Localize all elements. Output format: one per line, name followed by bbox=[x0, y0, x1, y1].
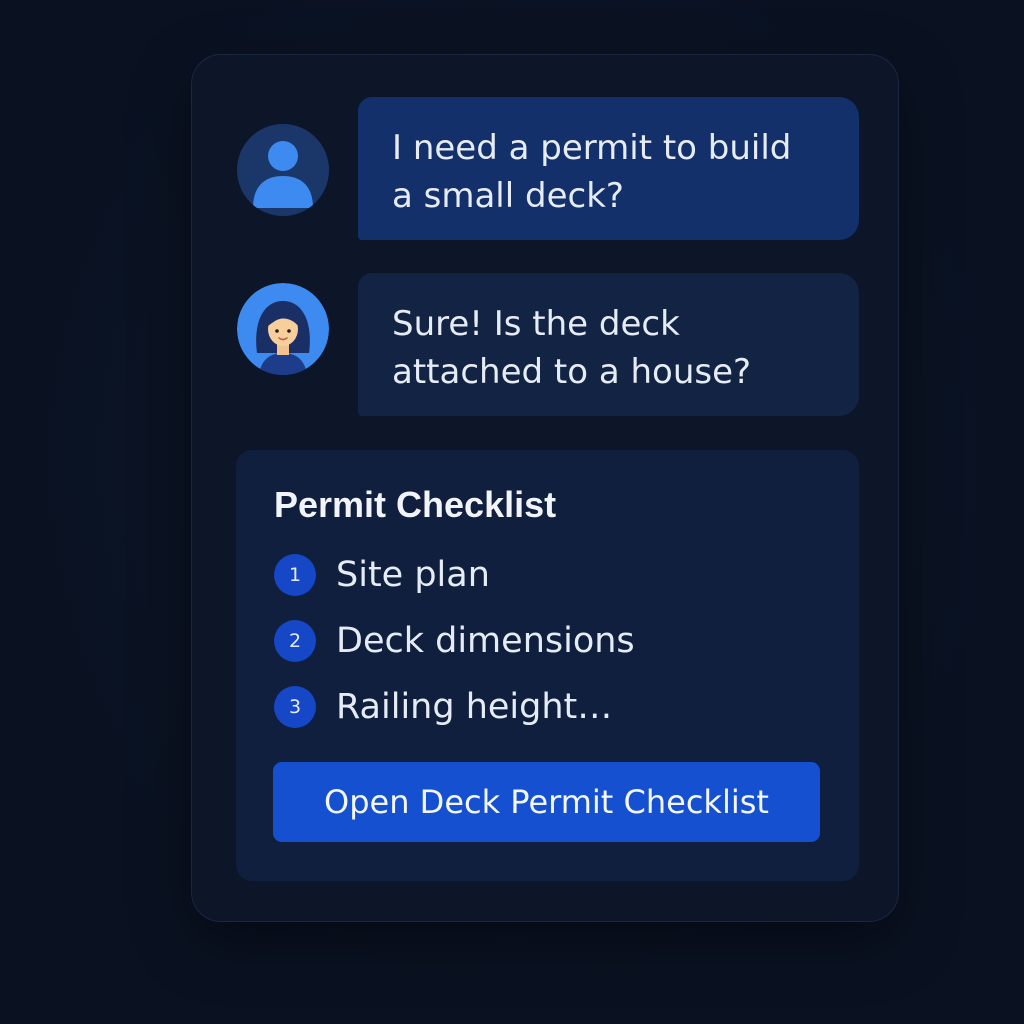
checklist-title: Permit Checklist bbox=[274, 484, 557, 525]
checklist-item-label: Railing height… bbox=[336, 687, 613, 727]
assistant-message-text: Sure! Is the deck attached to a house? bbox=[392, 304, 752, 392]
checklist-item: 1 Site plan bbox=[274, 552, 490, 598]
checklist-item-label: Deck dimensions bbox=[336, 621, 635, 661]
item-number-badge: 2 bbox=[274, 620, 316, 662]
page-background: I need a permit to build a small deck? S… bbox=[0, 0, 1024, 1024]
open-checklist-button[interactable]: Open Deck Permit Checklist bbox=[273, 762, 820, 842]
item-number-badge: 3 bbox=[274, 686, 316, 728]
user-silhouette-icon bbox=[237, 124, 329, 216]
user-message-text: I need a permit to build a small deck? bbox=[392, 128, 792, 216]
chat-panel: I need a permit to build a small deck? S… bbox=[191, 54, 899, 922]
checklist-item-label: Site plan bbox=[336, 555, 490, 595]
user-message-bubble: I need a permit to build a small deck? bbox=[358, 97, 859, 240]
permit-checklist-card: Permit Checklist 1 Site plan 2 Deck dime… bbox=[236, 450, 859, 881]
assistant-message-bubble: Sure! Is the deck attached to a house? bbox=[358, 273, 859, 416]
assistant-woman-avatar-icon bbox=[237, 283, 329, 375]
item-number-badge: 1 bbox=[274, 554, 316, 596]
checklist-item: 2 Deck dimensions bbox=[274, 618, 635, 664]
user-avatar bbox=[237, 124, 329, 216]
checklist-item: 3 Railing height… bbox=[274, 684, 612, 730]
assistant-avatar bbox=[237, 283, 329, 375]
